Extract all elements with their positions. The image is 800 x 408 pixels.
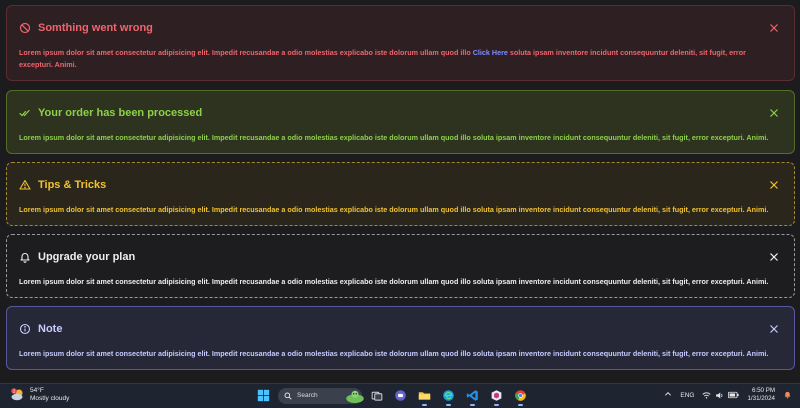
weather-condition: Mostly cloudy — [30, 395, 70, 402]
windows-icon — [257, 389, 270, 402]
click-here-link[interactable]: Click Here — [473, 48, 508, 57]
close-icon[interactable] — [768, 179, 780, 191]
alert-message: Lorem ipsum dolor sit amet consectetur a… — [19, 277, 769, 286]
alert-message: Lorem ipsum dolor sit amet consectetur a… — [19, 349, 769, 358]
ban-icon — [19, 22, 31, 34]
close-icon[interactable] — [768, 323, 780, 335]
task-view-button[interactable] — [367, 386, 386, 405]
battery-icon — [728, 391, 740, 399]
alert-title: Your order has been processed — [38, 107, 203, 119]
alert-header: Upgrade your plan — [19, 247, 780, 267]
alert-message: Lorem ipsum dolor sit amet consectetur a… — [19, 205, 769, 214]
weather-temp: 54°F — [30, 387, 44, 394]
search-highlight-icon — [346, 390, 364, 403]
edge-icon — [443, 390, 454, 401]
search-icon — [284, 392, 292, 400]
alert-danger: Somthing went wrong Lorem ipsum dolor si… — [6, 5, 795, 81]
app-cube-button[interactable] — [487, 386, 506, 406]
network-volume-battery-group[interactable] — [702, 391, 740, 400]
check-double-icon — [19, 107, 31, 119]
folder-icon — [418, 392, 431, 400]
alert-header: Tips & Tricks — [19, 175, 780, 195]
bell-icon — [19, 251, 31, 263]
alerts-container: Somthing went wrong Lorem ipsum dolor si… — [0, 0, 800, 382]
cube-app-icon — [491, 390, 502, 401]
chat-icon — [395, 390, 406, 401]
taskbar-apps: Search — [254, 386, 530, 406]
edge-browser-button[interactable] — [439, 386, 458, 406]
language-indicator[interactable]: ENG — [680, 392, 694, 399]
alert-title: Tips & Tricks — [38, 179, 107, 191]
warning-triangle-icon — [19, 179, 31, 191]
close-icon[interactable] — [768, 107, 780, 119]
alert-message: Lorem ipsum dolor sit amet consectetur a… — [19, 47, 780, 71]
wifi-icon — [702, 391, 712, 398]
alert-header: Note — [19, 319, 780, 339]
clock-time: 6:50 PM — [751, 387, 775, 394]
alert-header: Your order has been processed — [19, 103, 780, 123]
weather-widget[interactable]: 1 54°F Mostly cloudy — [10, 387, 69, 403]
file-explorer-button[interactable] — [415, 386, 434, 406]
search-label: Search — [297, 392, 318, 399]
alert-info: Note Lorem ipsum dolor sit amet consecte… — [6, 306, 795, 370]
alert-header: Somthing went wrong — [19, 18, 780, 38]
close-icon[interactable] — [768, 251, 780, 263]
alert-title: Note — [38, 323, 63, 335]
chat-app-button[interactable] — [391, 386, 410, 405]
clock-date: 1/31/2024 — [747, 395, 775, 402]
alert-title: Upgrade your plan — [38, 251, 136, 263]
alert-dark: Upgrade your plan Lorem ipsum dolor sit … — [6, 234, 795, 298]
taskbar: 1 54°F Mostly cloudy Search ENG 6:50 PM … — [0, 383, 800, 408]
volume-icon — [716, 392, 723, 398]
task-view-icon — [371, 391, 382, 401]
chrome-button[interactable] — [511, 386, 530, 406]
start-button[interactable] — [254, 386, 273, 405]
clock[interactable]: 6:50 PM 1/31/2024 — [747, 387, 775, 403]
chrome-icon — [515, 390, 526, 401]
alert-message: Lorem ipsum dolor sit amet consectetur a… — [19, 133, 769, 142]
notification-bell-icon[interactable] — [783, 390, 792, 401]
alert-success: Your order has been processed Lorem ipsu… — [6, 90, 795, 154]
vscode-button[interactable] — [463, 386, 482, 406]
alert-warning: Tips & Tricks Lorem ipsum dolor sit amet… — [6, 162, 795, 226]
alert-title: Somthing went wrong — [38, 22, 153, 34]
chevron-up-icon[interactable] — [664, 390, 672, 400]
info-circle-icon — [19, 323, 31, 335]
system-tray: ENG 6:50 PM 1/31/2024 — [664, 387, 792, 403]
vscode-icon — [466, 390, 478, 401]
taskbar-search[interactable]: Search — [278, 387, 364, 404]
alert-text-before: Lorem ipsum dolor sit amet consectetur a… — [19, 48, 473, 57]
weather-cloud-icon: 1 — [10, 387, 26, 403]
close-icon[interactable] — [768, 22, 780, 34]
